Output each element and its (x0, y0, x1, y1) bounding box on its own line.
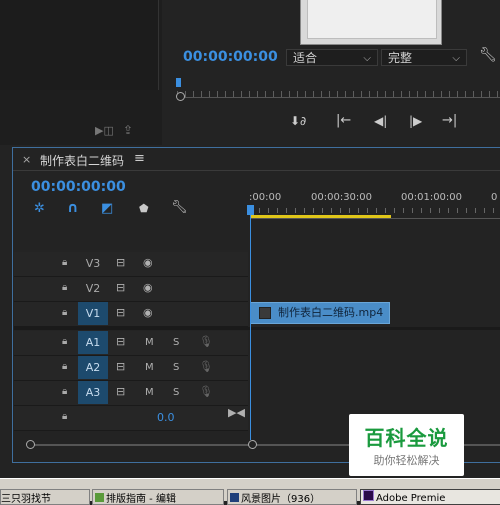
chevron-down-icon: ⌵ (363, 53, 371, 64)
track-label-v3[interactable]: V3 (78, 252, 108, 275)
play-icon[interactable]: |▶ (409, 114, 422, 128)
eye-icon[interactable]: ◉ (143, 281, 153, 294)
master-volume-value[interactable]: 0.0 (157, 411, 175, 424)
mute-button[interactable]: M (145, 362, 154, 373)
nest-sequence-icon[interactable]: ✲ (34, 201, 45, 216)
ruler-label-1: 00:00:30:00 (311, 192, 373, 203)
ruler-label-0: :00:00 (249, 192, 282, 203)
taskbar-item-3-label: Adobe Premie (376, 493, 446, 504)
timeline-playhead-line[interactable] (250, 215, 251, 440)
ruler-label-3: 0 (491, 192, 498, 203)
toggle-sync-lock-icon[interactable]: ⊟ (116, 385, 125, 398)
lock-icon[interactable]: 🔒︎ (62, 282, 67, 293)
eye-icon[interactable]: ◉ (143, 306, 153, 319)
program-monitor-panel: 00:00:00:00 适合 ⌵ 完整 ⌵ 🔧︎ ⬇︎∂ |← ◀| |▶ →| (165, 0, 500, 145)
track-master: 🔒︎ 0.0 ▶◀ (14, 406, 248, 431)
track-v3: 🔒︎ V3 ⊟ ◉ (14, 252, 248, 277)
scroll-handle-right[interactable] (248, 440, 257, 449)
program-ruler-line (177, 97, 500, 98)
solo-button[interactable]: S (173, 337, 179, 348)
toggle-sync-lock-icon[interactable]: ⊟ (116, 256, 125, 269)
timeline-playhead-head[interactable] (247, 205, 254, 215)
toggle-sync-lock-icon[interactable]: ⊟ (116, 360, 125, 373)
toggle-sync-lock-icon[interactable]: ⊟ (116, 306, 125, 319)
lock-icon[interactable]: 🔒︎ (62, 386, 67, 397)
app-icon (95, 493, 104, 502)
track-v1: 🔒︎ V1 ⊟ ◉ (14, 302, 248, 327)
track-a3: 🔒︎ A3 ⊟ M S 🎙︎ (14, 381, 248, 406)
source-viewer (0, 0, 159, 90)
watermark-logo: 百科全说 助你轻松解决 (349, 414, 464, 476)
video-audio-divider[interactable] (14, 327, 500, 330)
step-back-icon[interactable]: ◀| (374, 114, 387, 128)
wrench-icon[interactable]: 🔧︎ (479, 47, 497, 63)
clip-fx-icon (259, 307, 271, 319)
track-label-a1[interactable]: A1 (78, 331, 108, 354)
microphone-icon[interactable]: 🎙︎ (199, 385, 213, 398)
quality-dropdown-value: 完整 (388, 51, 413, 65)
clip-name: 制作表白二维码.mp4 (278, 306, 384, 319)
go-to-out-icon[interactable]: →| (442, 113, 457, 128)
track-label-v2[interactable]: V2 (78, 277, 108, 300)
taskbar-item-1[interactable]: 排版指南 - 编辑 (92, 489, 224, 505)
mute-button[interactable]: M (145, 337, 154, 348)
track-a1: 🔒︎ A1 ⊟ M S 🎙︎ (14, 331, 248, 356)
taskbar-item-3[interactable]: Adobe Premie (360, 489, 500, 505)
chevron-down-icon: ⌵ (452, 53, 460, 64)
microphone-icon[interactable]: 🎙︎ (199, 335, 213, 348)
sequence-tab-title[interactable]: 制作表白二维码 (40, 152, 124, 169)
microphone-icon[interactable]: 🎙︎ (199, 360, 213, 373)
taskbar-item-0[interactable]: 三只羽找节 (0, 489, 90, 505)
go-to-end-icon[interactable]: ▶◀ (228, 406, 245, 419)
add-marker-icon[interactable]: ⬇︎∂ (290, 114, 306, 128)
fit-dropdown[interactable]: 适合 ⌵ (286, 49, 378, 66)
add-marker-icon[interactable]: ⬟ (139, 202, 149, 215)
taskbar-item-2[interactable]: 风景图片（936） (227, 489, 357, 505)
go-to-in-icon[interactable]: |← (336, 113, 351, 128)
snap-magnet-icon[interactable]: ∩ (67, 200, 78, 216)
premiere-icon (363, 490, 374, 501)
track-v2: 🔒︎ V2 ⊟ ◉ (14, 277, 248, 302)
ruler-label-2: 00:01:00:00 (401, 192, 463, 203)
watermark-title: 百科全说 (364, 426, 449, 450)
zoom-handle-left[interactable] (176, 92, 185, 101)
close-tab-icon[interactable]: × (22, 153, 31, 166)
timeline-ruler-ticks[interactable] (250, 208, 500, 213)
toggle-sync-lock-icon[interactable]: ⊟ (116, 281, 125, 294)
source-monitor-panel: ▶◫ ⇪ (0, 0, 162, 145)
program-playhead-marker[interactable] (176, 78, 181, 87)
lock-icon[interactable]: 🔒︎ (62, 411, 67, 422)
lock-icon[interactable]: 🔒︎ (62, 307, 67, 318)
solo-button[interactable]: S (173, 362, 179, 373)
linked-selection-icon[interactable]: ◩ (101, 201, 113, 216)
export-frame-icon[interactable]: ▶◫ (95, 124, 114, 137)
track-label-v1[interactable]: V1 (78, 302, 108, 325)
photo-app-icon (230, 493, 239, 502)
eye-icon[interactable]: ◉ (143, 256, 153, 269)
sequence-timecode[interactable]: 00:00:00:00 (31, 179, 126, 195)
panel-menu-icon[interactable]: ≡ (134, 151, 145, 166)
fit-dropdown-value: 适合 (293, 51, 318, 65)
mute-button[interactable]: M (145, 387, 154, 398)
tab-divider (13, 170, 500, 171)
watermark-subtitle: 助你轻松解决 (373, 454, 440, 467)
scroll-handle-left[interactable] (26, 440, 35, 449)
windows-taskbar: 三只羽找节 排版指南 - 编辑 风景图片（936） Adobe Premie (0, 478, 500, 505)
video-clip[interactable]: 制作表白二维码.mp4 (250, 302, 390, 324)
quality-dropdown[interactable]: 完整 ⌵ (381, 49, 467, 66)
timeline-settings-wrench-icon[interactable]: 🔧︎ (171, 200, 188, 215)
track-label-a3[interactable]: A3 (78, 381, 108, 404)
lock-icon[interactable]: 🔒︎ (62, 257, 67, 268)
track-a2: 🔒︎ A2 ⊟ M S 🎙︎ (14, 356, 248, 381)
button-editor-icon[interactable]: ⇪ (123, 123, 133, 137)
program-timecode[interactable]: 00:00:00:00 (183, 49, 278, 65)
solo-button[interactable]: S (173, 387, 179, 398)
lock-icon[interactable]: 🔒︎ (62, 336, 67, 347)
frame-inner (307, 0, 437, 39)
lock-icon[interactable]: 🔒︎ (62, 361, 67, 372)
program-video-frame (300, 0, 442, 45)
track-label-a2[interactable]: A2 (78, 356, 108, 379)
toggle-sync-lock-icon[interactable]: ⊟ (116, 335, 125, 348)
ruler-bottom-line (250, 218, 500, 219)
